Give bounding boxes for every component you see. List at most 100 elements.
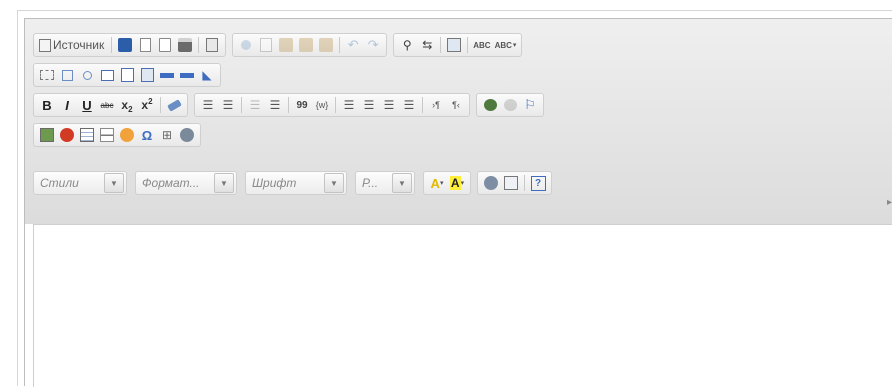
toolbar-row-4: Ω ⊞ xyxy=(33,123,207,147)
align-right-button[interactable]: ☰ xyxy=(381,96,397,114)
link-icon xyxy=(483,99,497,111)
numbered-list-button[interactable]: ☰ xyxy=(200,96,216,114)
image-icon xyxy=(40,128,54,142)
superscript-mark: 2 xyxy=(148,96,153,106)
paste-word-icon xyxy=(319,38,334,52)
image-button[interactable] xyxy=(39,126,55,144)
find-button[interactable]: ⚲ xyxy=(399,36,415,54)
textarea-button[interactable] xyxy=(119,66,135,84)
cut-button[interactable] xyxy=(238,36,254,54)
binoculars-icon: ⚲ xyxy=(402,38,412,52)
form-button[interactable] xyxy=(39,66,55,84)
replace-button[interactable]: ⇆ xyxy=(419,36,435,54)
undo-button[interactable]: ↶ xyxy=(345,36,361,54)
hidden-field-button[interactable]: ◣ xyxy=(199,66,215,84)
chevron-down-icon: ▾ xyxy=(439,180,444,187)
separator xyxy=(335,97,336,113)
ltr-icon: ›¶ xyxy=(432,100,440,110)
separator xyxy=(160,97,161,113)
toolbar-row-3: B I U abc x2 x2 ☰ ☰ ☰ ☰ 99 {w} ☰ ☰ ☰ ☰ ›… xyxy=(33,93,550,117)
justify-button[interactable]: ☰ xyxy=(401,96,417,114)
rtl-icon: ¶‹ xyxy=(452,100,460,110)
indent-button[interactable]: ☰ xyxy=(267,96,283,114)
copy-icon xyxy=(260,38,273,52)
checkbox-button[interactable] xyxy=(59,66,75,84)
iframe-button[interactable] xyxy=(179,126,195,144)
page-break-button[interactable]: ⊞ xyxy=(159,126,175,144)
editor-toolbar: Источник ↶ ↷ ⚲ ⇆ ABC ABC ▾ ◣ B I U abc x… xyxy=(25,19,892,224)
source-button[interactable]: Источник xyxy=(39,36,106,54)
spellcheck-button[interactable]: ABC xyxy=(473,36,490,54)
chevron-down-icon: ▾ xyxy=(460,180,465,187)
outdent-icon: ☰ xyxy=(249,98,261,112)
justify-icon: ☰ xyxy=(403,98,415,112)
rtl-button[interactable]: ¶‹ xyxy=(448,96,464,114)
blockquote-button[interactable]: 99 xyxy=(294,96,310,114)
bg-color-button[interactable]: A ▾ xyxy=(449,174,465,192)
horizontal-rule-button[interactable] xyxy=(99,126,115,144)
spellcheck-dropdown[interactable]: ABC ▾ xyxy=(495,36,517,54)
table-button[interactable] xyxy=(79,126,95,144)
remove-format-button[interactable] xyxy=(166,96,182,114)
align-left-button[interactable]: ☰ xyxy=(341,96,357,114)
paste-text-button[interactable] xyxy=(298,36,314,54)
save-button[interactable] xyxy=(117,36,133,54)
replace-icon: ⇆ xyxy=(422,38,433,52)
resize-handle[interactable]: ▸ xyxy=(887,197,892,208)
align-center-button[interactable]: ☰ xyxy=(361,96,377,114)
select-button[interactable] xyxy=(139,66,155,84)
templates-button[interactable] xyxy=(204,36,220,54)
format-combo[interactable]: Формат... ▼ xyxy=(135,171,237,195)
show-blocks-button[interactable] xyxy=(503,174,519,192)
radio-button[interactable] xyxy=(79,66,95,84)
chevron-down-icon: ▼ xyxy=(392,173,412,193)
flash-button[interactable] xyxy=(59,126,75,144)
font-combo[interactable]: Шрифт ▼ xyxy=(245,171,347,195)
smiley-button[interactable] xyxy=(119,126,135,144)
create-div-button[interactable]: {w} xyxy=(314,96,330,114)
editor-content-area[interactable] xyxy=(33,224,892,387)
separator xyxy=(111,37,113,53)
superscript-button[interactable]: x2 xyxy=(139,96,155,114)
anchor-button[interactable]: ⚐ xyxy=(522,96,538,114)
bulleted-list-button[interactable]: ☰ xyxy=(220,96,236,114)
print-button[interactable] xyxy=(177,36,193,54)
strike-button[interactable]: abc xyxy=(99,96,115,114)
paste-button[interactable] xyxy=(278,36,294,54)
numbered-list-icon: ☰ xyxy=(202,98,214,112)
link-button[interactable] xyxy=(482,96,498,114)
radio-icon xyxy=(82,70,92,80)
align-center-icon: ☰ xyxy=(363,98,375,112)
button-button[interactable] xyxy=(159,66,175,84)
image-button-button[interactable] xyxy=(179,66,195,84)
clipboard-group: ↶ ↷ xyxy=(232,33,388,57)
preview-button[interactable] xyxy=(157,36,173,54)
smiley-icon xyxy=(120,128,134,142)
maximize-button[interactable] xyxy=(483,174,499,192)
outdent-button[interactable]: ☰ xyxy=(247,96,263,114)
italic-button[interactable]: I xyxy=(59,96,75,114)
separator xyxy=(440,37,442,53)
styles-combo[interactable]: Стили ▼ xyxy=(33,171,127,195)
separator xyxy=(288,97,289,113)
underline-button[interactable]: U xyxy=(79,96,95,114)
eraser-icon xyxy=(166,98,182,112)
toolbar-row-1: Источник ↶ ↷ ⚲ ⇆ ABC ABC ▾ xyxy=(33,33,528,57)
about-button[interactable]: ? xyxy=(530,174,546,192)
forms-group: ◣ xyxy=(33,63,221,87)
superscript-label: x xyxy=(141,98,149,112)
text-color-button[interactable]: A ▾ xyxy=(429,174,445,192)
redo-button[interactable]: ↷ xyxy=(365,36,381,54)
select-all-button[interactable] xyxy=(446,36,462,54)
new-page-button[interactable] xyxy=(137,36,153,54)
font-size-combo[interactable]: Р... ▼ xyxy=(355,171,415,195)
paste-word-button[interactable] xyxy=(318,36,334,54)
help-icon: ? xyxy=(530,175,546,191)
special-char-button[interactable]: Ω xyxy=(139,126,155,144)
bold-button[interactable]: B xyxy=(39,96,55,114)
copy-button[interactable] xyxy=(258,36,274,54)
ltr-button[interactable]: ›¶ xyxy=(428,96,444,114)
unlink-button[interactable] xyxy=(502,96,518,114)
subscript-button[interactable]: x2 xyxy=(119,96,135,114)
textfield-button[interactable] xyxy=(99,66,115,84)
